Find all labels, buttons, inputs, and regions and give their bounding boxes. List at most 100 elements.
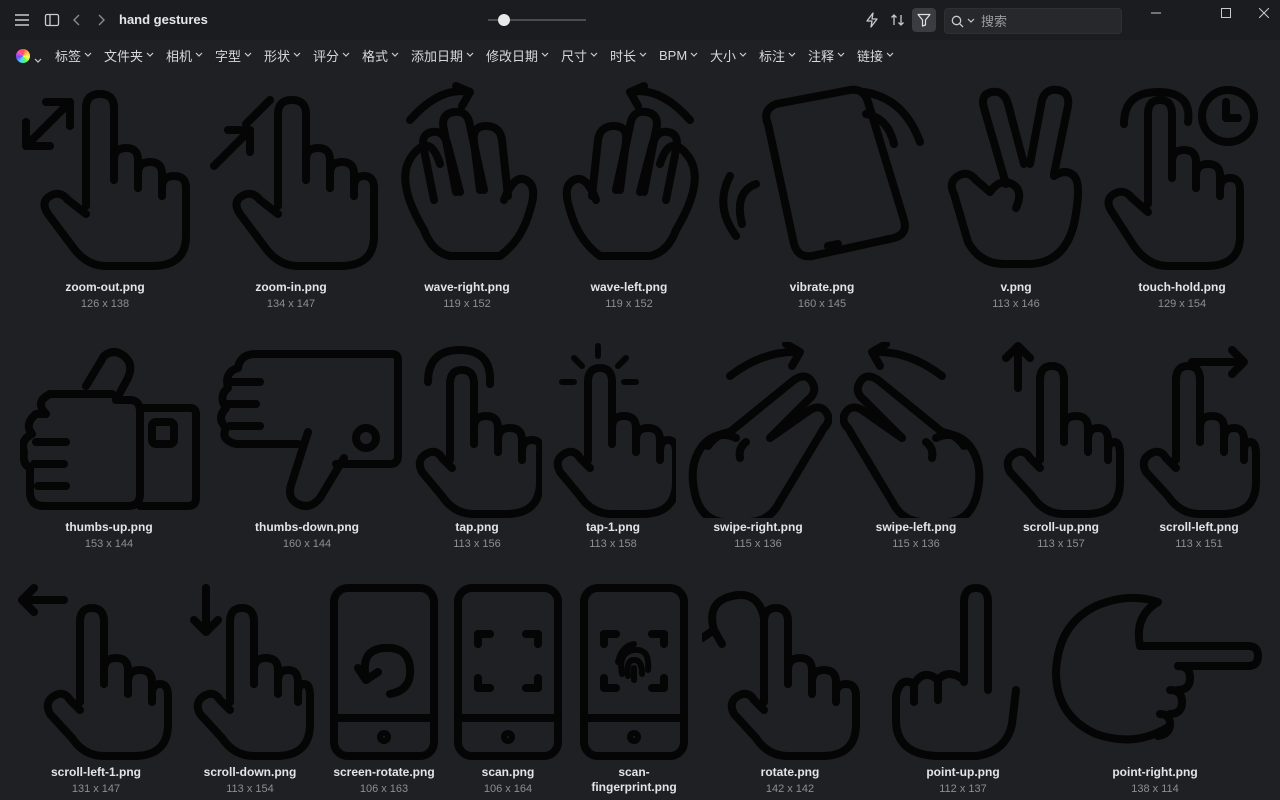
chevron-down-icon [739,52,747,58]
file-name: scan.png [481,765,535,779]
filter-date-modified[interactable]: 修改日期 [486,46,549,64]
tap-thumbnail [415,346,542,518]
slider-thumb[interactable] [498,14,511,26]
filter-camera[interactable]: 相机 [166,46,203,64]
scroll-down-thumbnail [190,584,314,760]
file-grid: zoom-out.png 126 x 138 zoom-in.png 134 x… [0,70,1280,800]
filter-label: 字型 [215,48,242,64]
file-name: touch-hold.png [1138,280,1226,294]
point-right-thumbnail [1052,593,1262,744]
sidebar-toggle-icon[interactable] [42,10,62,30]
filter-notes[interactable]: 注释 [808,46,845,64]
chevron-down-icon [84,52,92,58]
filter-links[interactable]: 链接 [857,46,894,64]
file-dimensions: 113 x 146 [992,298,1040,310]
scan-thumbnail [454,584,562,760]
filter-date-added[interactable]: 添加日期 [411,46,474,64]
file-dimensions: 153 x 144 [84,538,134,550]
thumbs-down-thumbnail [217,350,402,510]
filter-tags[interactable]: 标签 [55,46,92,64]
chevron-down-icon [690,52,698,58]
thumbnail-size-slider[interactable] [488,14,586,26]
file-name: screen-rotate.png [333,765,435,779]
filter-label: 标注 [759,48,786,64]
scroll-left-thumbnail [1139,346,1260,518]
chevron-down-icon [293,52,301,58]
file-name: scroll-left-1.png [50,765,142,779]
file-name: thumbs-down.png [255,520,359,534]
chevron-down-icon [886,52,894,58]
file-dimensions: 106 x 163 [359,783,409,795]
filter-label: 添加日期 [411,48,464,64]
filter-size[interactable]: 大小 [710,46,747,64]
filter-bpm[interactable]: BPM [659,46,698,64]
tap-1-thumbnail [553,343,676,518]
scroll-left-1-thumbnail [18,584,172,760]
lightning-icon[interactable] [862,10,882,30]
search-input[interactable] [981,13,1111,29]
filter-folder[interactable]: 文件夹 [104,46,154,64]
chevron-down-icon [788,52,796,58]
file-name: zoom-out.png [65,280,145,294]
swipe-right-thumbnail [688,342,832,518]
file-dimensions: 142 x 142 [765,783,815,795]
scan-fingerprint-thumbnail [580,584,688,760]
back-icon[interactable] [67,10,87,30]
file-name: tap.png [455,520,499,534]
filter-icon[interactable] [912,8,936,32]
filter-label: 链接 [857,48,884,64]
chevron-down-icon [391,52,399,58]
file-name: wave-right.png [424,280,510,294]
file-dimensions: 138 x 114 [1131,783,1179,795]
v-sign-thumbnail [947,85,1082,268]
file-name: point-up.png [926,765,1000,779]
color-filter-icon[interactable] [16,49,30,63]
filter-label: 尺寸 [561,48,588,64]
filter-font[interactable]: 字型 [215,46,252,64]
file-dimensions: 131 x 147 [71,783,121,795]
menu-icon[interactable] [12,10,32,30]
touch-hold-thumbnail [1104,86,1258,270]
filter-label: 相机 [166,48,193,64]
filter-label: 格式 [362,48,389,64]
file-dimensions: 119 x 152 [605,298,653,310]
file-name: scroll-down.png [203,765,297,779]
wave-left-thumbnail [562,82,699,260]
file-dimensions: 115 x 136 [734,538,782,550]
file-name: swipe-right.png [713,520,803,534]
file-name: scroll-left.png [1159,520,1239,534]
zoom-out-thumbnail [22,90,190,270]
file-name: wave-left.png [590,280,668,294]
filter-label: 修改日期 [486,48,539,64]
screen-rotate-thumbnail [330,584,438,760]
file-name: point-right.png [1112,765,1198,779]
search-options-chevron-icon[interactable] [967,18,977,24]
file-name: tap-1.png [586,520,640,534]
chevron-down-icon [639,52,647,58]
filter-format[interactable]: 格式 [362,46,399,64]
maximize-icon[interactable] [1212,4,1240,22]
filter-shape[interactable]: 形状 [264,46,301,64]
file-name: v.png [1000,280,1032,294]
rotate-thumbnail [702,591,860,760]
minimize-icon[interactable] [1142,4,1170,22]
filter-dimensions[interactable]: 尺寸 [561,46,598,64]
chevron-down-icon[interactable] [34,51,42,69]
search-box[interactable] [944,8,1122,34]
filter-label: 时长 [610,48,637,64]
file-name: swipe-left.png [875,520,957,534]
chevron-down-icon [146,52,154,58]
forward-icon[interactable] [91,10,111,30]
file-dimensions: 129 x 154 [1157,298,1207,310]
window-title: hand gestures [119,12,208,27]
sort-icon[interactable] [888,10,908,30]
filter-duration[interactable]: 时长 [610,46,647,64]
filter-rating[interactable]: 评分 [313,46,350,64]
file-dimensions: 134 x 147 [266,298,316,310]
file-dimensions: 112 x 137 [939,783,987,795]
file-dimensions: 113 x 156 [453,538,501,550]
close-icon[interactable] [1250,4,1278,22]
filter-annotations[interactable]: 标注 [759,46,796,64]
search-icon[interactable] [951,14,965,28]
file-dimensions: 115 x 136 [892,538,940,550]
